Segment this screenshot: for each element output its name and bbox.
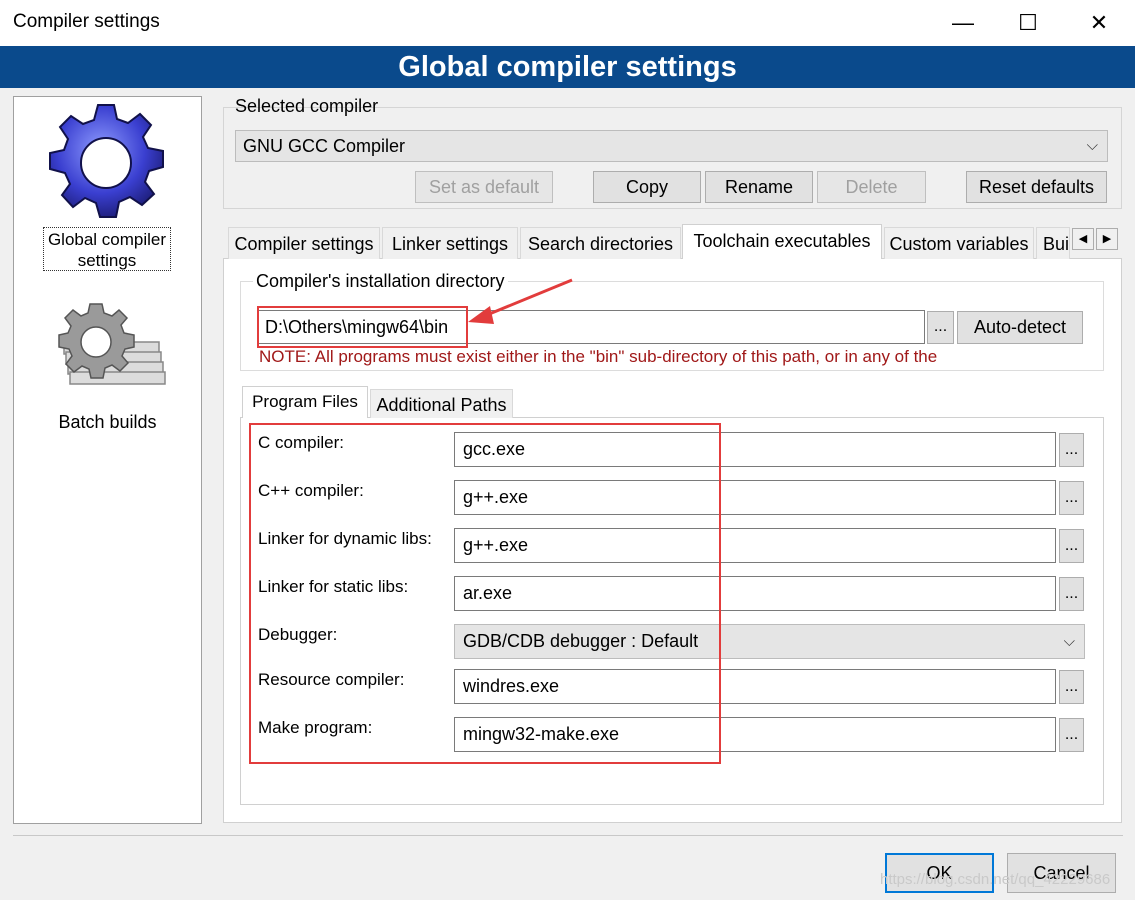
make-program-browse-button[interactable]: ... (1059, 718, 1084, 752)
annotation-box-install-dir (257, 306, 468, 348)
linker-static-browse-button[interactable]: ... (1059, 577, 1084, 611)
cpp-compiler-browse-button[interactable]: ... (1059, 481, 1084, 515)
close-button[interactable]: ✕ (1071, 0, 1127, 46)
c-compiler-browse-button[interactable]: ... (1059, 433, 1084, 467)
tab-scroll-right-icon[interactable]: ▶ (1096, 228, 1118, 250)
tab-toolchain-executables[interactable]: Toolchain executables (682, 224, 882, 259)
linker-dynamic-browse-button[interactable]: ... (1059, 529, 1084, 563)
tab-program-files[interactable]: Program Files (242, 386, 368, 418)
auto-detect-button[interactable]: Auto-detect (957, 311, 1083, 344)
tab-build-options[interactable]: Bui (1036, 227, 1070, 259)
maximize-button[interactable]: ☐ (1000, 0, 1056, 46)
compiler-select[interactable]: GNU GCC Compiler ⌵ (235, 130, 1108, 162)
sidebar: Global compiler settings Batch builds (13, 96, 202, 824)
compiler-select-value: GNU GCC Compiler (243, 136, 406, 156)
copy-button[interactable]: Copy (593, 171, 701, 203)
chevron-down-icon: ⌵ (1063, 633, 1075, 650)
browse-directory-button[interactable]: ... (927, 311, 954, 344)
chevron-down-icon: ⌵ (1086, 137, 1098, 154)
tab-custom-variables[interactable]: Custom variables (884, 227, 1034, 259)
tab-compiler-settings[interactable]: Compiler settings (228, 227, 380, 259)
gear-blue-icon[interactable] (44, 101, 169, 231)
watermark: https://blog.csdn.net/qq_42229686 (880, 871, 1111, 888)
tab-linker-settings[interactable]: Linker settings (382, 227, 518, 259)
set-as-default-button[interactable]: Set as default (415, 171, 553, 203)
delete-button[interactable]: Delete (817, 171, 926, 203)
sidebar-item-global-compiler-settings[interactable]: Global compiler settings (43, 227, 171, 271)
sidebar-item-batch-builds[interactable]: Batch builds (14, 412, 201, 433)
window-title: Compiler settings (13, 11, 160, 32)
installation-note: NOTE: All programs must exist either in … (259, 347, 938, 366)
footer-separator (13, 835, 1123, 836)
selected-compiler-label: Selected compiler (235, 96, 379, 116)
reset-defaults-button[interactable]: Reset defaults (966, 171, 1107, 203)
tab-additional-paths[interactable]: Additional Paths (370, 389, 513, 418)
minimize-button[interactable]: — (935, 0, 991, 46)
tab-scroll-left-icon[interactable]: ◀ (1072, 228, 1094, 250)
page-banner: Global compiler settings (0, 46, 1135, 88)
tab-search-directories[interactable]: Search directories (520, 227, 681, 259)
gear-gray-icon[interactable] (44, 302, 169, 402)
annotation-box-programs (249, 423, 721, 764)
resource-compiler-browse-button[interactable]: ... (1059, 670, 1084, 704)
rename-button[interactable]: Rename (705, 171, 813, 203)
annotation-arrow-icon (468, 278, 573, 324)
